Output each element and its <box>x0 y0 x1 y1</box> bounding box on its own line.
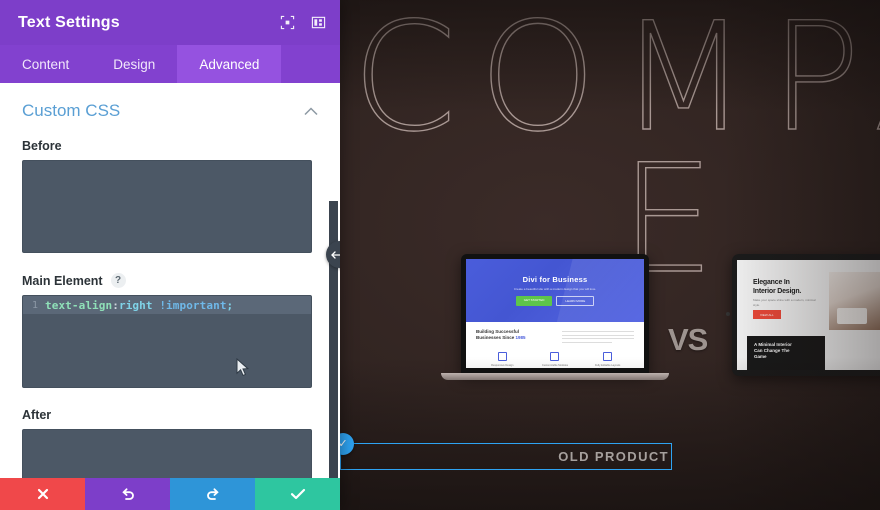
laptop-feature-item: Responsive Design <box>479 352 526 367</box>
tablet-subtitle: Make your space shine with a modern, min… <box>753 298 816 307</box>
tab-design[interactable]: Design <box>91 45 177 83</box>
panel-header-actions <box>280 15 326 30</box>
tablet-title-line1: Elegance In <box>753 279 790 286</box>
layout-columns-icon[interactable] <box>311 15 326 30</box>
code-line-1: 1 text-align:right !important; <box>23 296 311 314</box>
laptop-feature-item: Fully Editable Layouts <box>584 352 631 367</box>
laptop-body-section: Building Successful Businesses Since 198… <box>466 322 644 368</box>
css-semicolon-token: ; <box>226 298 234 312</box>
tablet-title: Elegance In Interior Design. <box>753 278 801 296</box>
selected-module-outline[interactable]: OLD PRODUCT <box>340 443 672 470</box>
laptop-heading-line2-text: Businesses Since <box>476 335 515 340</box>
text-line <box>561 334 634 336</box>
laptop-primary-button: GET STARTED <box>515 295 553 306</box>
redo-button[interactable] <box>170 478 255 510</box>
tablet-cta-button: VIEW ALL <box>753 310 781 319</box>
vs-label: VS <box>668 322 708 357</box>
tab-advanced[interactable]: Advanced <box>177 45 282 83</box>
before-field-label: Before <box>22 139 318 153</box>
css-colon-token: : <box>112 298 119 312</box>
after-label-text: After <box>22 408 52 422</box>
tablet-title-line2: Interior Design. <box>753 288 802 295</box>
text-line <box>561 331 634 332</box>
tablet-mockup: Elegance In Interior Design. Make your s… <box>726 254 880 384</box>
feature-icon <box>497 352 507 362</box>
text-line <box>561 341 613 343</box>
chevron-up-icon[interactable] <box>304 104 318 119</box>
after-field-label: After <box>22 408 318 422</box>
css-property-token: text-align <box>45 298 113 312</box>
tablet-hero-photo <box>829 272 880 330</box>
tablet-screen: Elegance In Interior Design. Make your s… <box>732 254 880 376</box>
laptop-screen-content: Divi for Business Create a beautiful sit… <box>466 259 644 368</box>
laptop-hero-buttons: GET STARTED LEARN MORE <box>515 295 595 306</box>
main-element-code-editor[interactable]: 1 text-align:right !important; <box>22 295 312 388</box>
fullscreen-icon[interactable] <box>280 15 295 30</box>
custom-css-section-header[interactable]: Custom CSS <box>22 101 318 121</box>
before-css-textarea[interactable] <box>22 160 312 253</box>
laptop-base <box>441 373 669 380</box>
undo-button[interactable] <box>85 478 170 510</box>
feature-icon <box>550 352 560 362</box>
laptop-feature-item: Customizable Modules <box>531 352 578 367</box>
panel-footer-actions <box>0 478 340 510</box>
tablet-home-button-icon <box>726 312 730 316</box>
tablet-screen-content: Elegance In Interior Design. Make your s… <box>737 260 880 370</box>
code-gutter-number: 1 <box>31 299 38 311</box>
laptop-feature-row: Responsive Design Customizable Modules F… <box>476 352 634 367</box>
laptop-heading-highlight: 1985 <box>515 335 526 340</box>
tab-content[interactable]: Content <box>0 45 91 83</box>
laptop-heading-line2: Businesses Since 1985 <box>476 335 552 341</box>
save-button[interactable] <box>255 478 340 510</box>
laptop-screen: Divi for Business Create a beautiful sit… <box>461 254 649 374</box>
feature-icon <box>603 352 613 362</box>
panel-tabs: Content Design Advanced <box>0 45 340 83</box>
laptop-hero: Divi for Business Create a beautiful sit… <box>466 259 644 322</box>
text-settings-panel: Text Settings Content Design Advanced Cu… <box>0 0 340 510</box>
laptop-hero-subtitle: Create a beautiful site with a modern de… <box>513 287 597 292</box>
cancel-button[interactable] <box>0 478 85 510</box>
tablet-dark-panel: A Minimal Interior Can Change The Game <box>747 336 825 370</box>
code-content: text-align:right !important; <box>45 299 233 312</box>
main-element-field-label: Main Element ? <box>22 273 318 288</box>
laptop-mockup: Divi for Business Create a beautiful sit… <box>441 254 669 382</box>
before-label-text: Before <box>22 139 62 153</box>
headline-outline-line1: COMPA <box>351 0 880 165</box>
css-important-token: !important <box>152 298 227 312</box>
help-icon[interactable]: ? <box>110 273 126 288</box>
laptop-body-row: Building Successful Businesses Since 198… <box>476 329 634 345</box>
panel-scroll-content: Custom CSS Before Main Element ? 1 text-… <box>0 83 340 510</box>
text-line <box>561 338 634 340</box>
mouse-cursor <box>236 357 250 382</box>
laptop-hero-title: Divi for Business <box>522 275 588 285</box>
css-value-token: right <box>118 298 153 312</box>
selected-module-text: OLD PRODUCT <box>558 449 669 464</box>
laptop-feature-label: Fully Editable Layouts <box>594 364 621 368</box>
laptop-feature-label: Customizable Modules <box>541 364 569 368</box>
laptop-body-paragraph <box>561 329 634 345</box>
laptop-feature-label: Responsive Design <box>491 364 514 368</box>
panel-title: Text Settings <box>18 13 120 31</box>
main-element-label-text: Main Element <box>22 273 103 288</box>
panel-header: Text Settings <box>0 0 340 45</box>
tablet-dark-line3: Game <box>754 354 767 359</box>
laptop-secondary-button: LEARN MORE <box>556 295 595 306</box>
custom-css-title: Custom CSS <box>22 101 121 120</box>
laptop-body-heading: Building Successful Businesses Since 198… <box>476 329 552 345</box>
panel-body: Custom CSS Before Main Element ? 1 text-… <box>0 83 340 510</box>
screen-root: COMPA E Divi for Business Create a beaut… <box>0 0 880 510</box>
